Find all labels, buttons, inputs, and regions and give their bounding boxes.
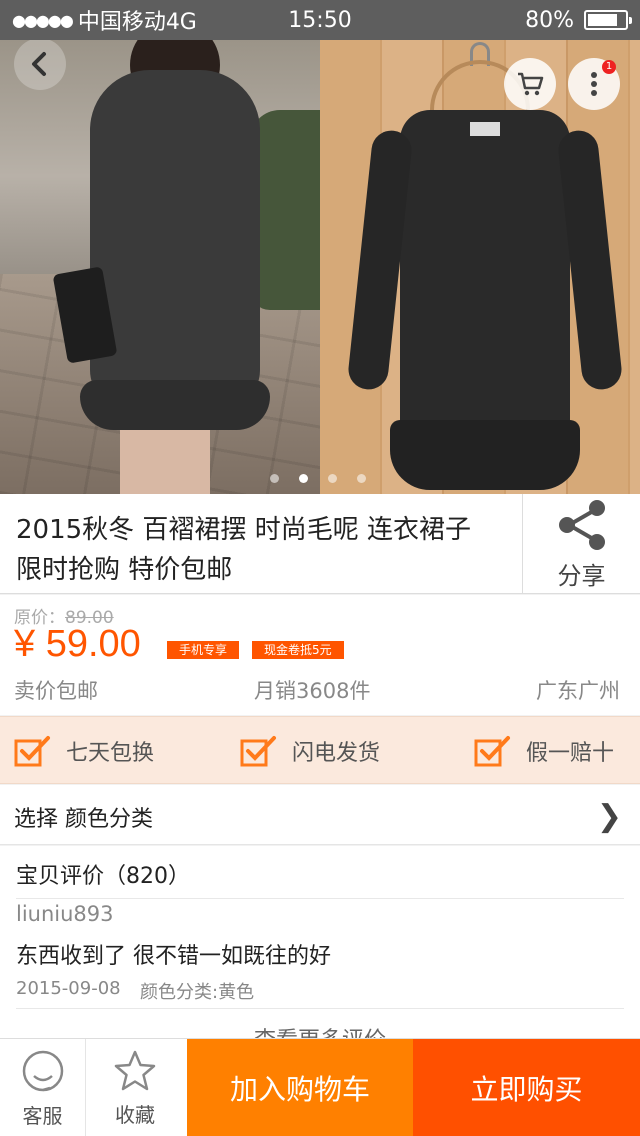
review-variant: 颜色分类:黄色 xyxy=(140,982,255,1003)
current-price: ¥ 59.00 xyxy=(14,623,141,665)
chevron-right-icon: ❯ xyxy=(596,799,622,834)
page-dot xyxy=(328,474,337,483)
checkbox-check-icon xyxy=(14,736,50,767)
cart-icon xyxy=(518,72,544,96)
gallery-page-indicator xyxy=(270,474,366,483)
more-menu-button[interactable]: 1 xyxy=(568,58,620,110)
page-dot xyxy=(270,474,279,483)
checkbox-check-icon xyxy=(240,736,276,767)
chevron-left-icon xyxy=(32,52,46,76)
cart-button[interactable] xyxy=(504,58,556,110)
select-color-row[interactable]: 选择 颜色分类 ❯ xyxy=(0,785,640,845)
coupon-tag: 现金卷抵5元 xyxy=(252,641,344,659)
bottom-action-bar: 客服 收藏 加入购物车 立即购买 xyxy=(0,1038,640,1136)
product-title-line2: 限时抢购 特价包邮 xyxy=(16,555,233,585)
page-dot xyxy=(299,474,308,483)
model-photo xyxy=(0,40,320,494)
share-label: 分享 xyxy=(557,561,606,590)
checkbox-check-icon xyxy=(474,736,510,767)
signal-icon: ●●●●● xyxy=(12,10,74,30)
product-image-gallery[interactable] xyxy=(0,40,640,494)
battery-icon xyxy=(584,10,632,30)
guarantee-item: 闪电发货 xyxy=(240,735,380,767)
shipping-info: 卖价包邮 xyxy=(14,679,98,703)
guarantee-item: 七天包换 xyxy=(14,735,154,767)
review-username: liuniu893 xyxy=(16,902,114,926)
product-title-line1: 2015秋冬 百褶裙摆 时尚毛呢 连衣裙子 xyxy=(16,515,471,545)
seller-location: 广东广州 xyxy=(536,679,620,703)
mobile-exclusive-tag: 手机专享 xyxy=(167,641,240,659)
battery-percent: 80% xyxy=(525,7,574,33)
customer-service-button[interactable]: 客服 xyxy=(0,1039,86,1136)
divider xyxy=(16,898,624,899)
select-color-label: 选择 颜色分类 xyxy=(14,807,153,832)
notification-badge: 1 xyxy=(602,60,616,74)
share-icon xyxy=(558,499,605,550)
favorite-button[interactable]: 收藏 xyxy=(92,1039,178,1136)
product-title: 2015秋冬 百褶裙摆 时尚毛呢 连衣裙子 限时抢购 特价包邮 xyxy=(16,510,506,590)
guarantee-label: 七天包换 xyxy=(66,741,155,766)
service-guarantees: 七天包换 闪电发货 假一赔十 xyxy=(0,716,640,784)
review-date: 2015-09-08 xyxy=(16,978,121,999)
share-button[interactable]: 分享 xyxy=(522,494,640,594)
customer-service-label: 客服 xyxy=(22,1103,63,1128)
guarantee-label: 闪电发货 xyxy=(292,741,381,766)
more-vertical-icon xyxy=(591,72,597,96)
add-to-cart-button[interactable]: 加入购物车 xyxy=(187,1039,413,1136)
guarantee-label: 假一赔十 xyxy=(526,741,615,766)
back-button[interactable] xyxy=(14,38,66,90)
page-dot xyxy=(357,474,366,483)
star-icon xyxy=(114,1050,156,1090)
price-section: 原价：89.00 ¥ 59.00 手机专享 现金卷抵5元 卖价包邮 月销3608… xyxy=(0,595,640,715)
monthly-sales: 月销3608件 xyxy=(254,679,371,703)
buy-now-button[interactable]: 立即购买 xyxy=(413,1039,640,1136)
reviews-title[interactable]: 宝贝评价（820） xyxy=(16,858,190,890)
reviews-section: 宝贝评价（820） liuniu893 东西收到了 很不错一如既往的好 2015… xyxy=(0,846,640,1053)
chat-bubble-icon xyxy=(22,1050,63,1091)
guarantee-item: 假一赔十 xyxy=(474,735,614,767)
review-text: 东西收到了 很不错一如既往的好 xyxy=(16,944,331,969)
product-title-section: 2015秋冬 百褶裙摆 时尚毛呢 连衣裙子 限时抢购 特价包邮 分享 xyxy=(0,494,640,594)
carrier-label: 中国移动4G xyxy=(77,10,197,35)
status-bar: ●●●●● 中国移动4G 15:50 80% xyxy=(0,0,640,40)
divider xyxy=(16,1008,624,1009)
favorite-label: 收藏 xyxy=(115,1102,155,1127)
